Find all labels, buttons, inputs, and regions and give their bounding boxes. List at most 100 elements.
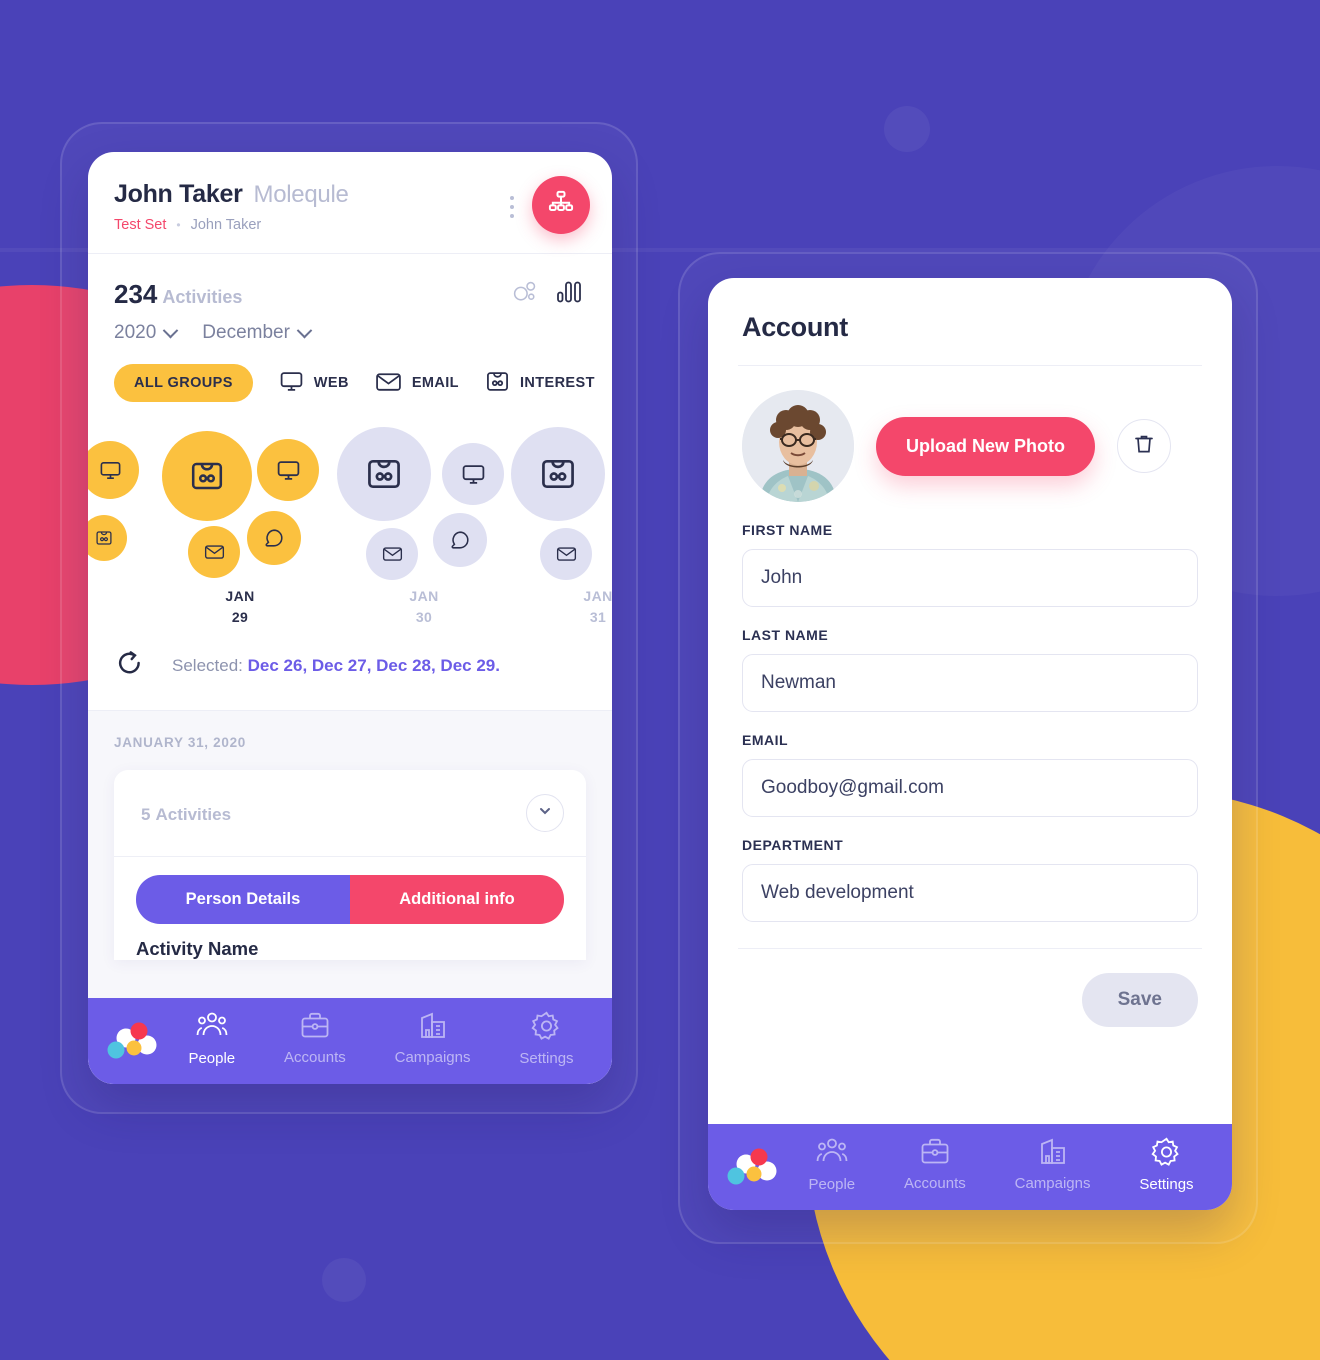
timeline-day-label[interactable]: JAN 31 [558,586,612,628]
kebab-menu-icon[interactable] [510,196,514,218]
person-header: John Taker Molequle Test Set • John Take… [88,152,612,254]
activity-count-label: Activities [162,286,243,307]
email-label: EMAIL [742,732,789,748]
nav-item-people[interactable]: People [182,1011,241,1084]
people-icon [196,1011,228,1046]
month-select[interactable]: December [202,322,313,344]
molequle-logo-icon[interactable] [718,1144,784,1190]
nav-item-people[interactable]: People [808,1137,855,1198]
inbox-icon [95,529,113,547]
last-name-label: LAST NAME [742,627,829,643]
email-input[interactable]: Goodboy@gmail.com [742,759,1198,817]
chevron-down-icon [296,322,313,338]
year-value: 2020 [114,322,157,343]
nav-item-label: Settings [519,1049,574,1067]
list-day-label: JANUARY 31, 2020 [114,735,247,750]
inbox-icon [189,458,225,494]
activity-bubble-envelope[interactable] [188,526,240,578]
last-name-input[interactable]: Newman [742,654,1198,712]
app-background: John Taker Molequle Test Set • John Take… [0,0,1320,1360]
account-screen: Account Upload New Photo FIRST NAME John… [708,278,1232,1210]
activity-card-header: 5 Activities [114,770,586,857]
nav-item-campaigns[interactable]: Campaigns [1014,1137,1091,1197]
filter-all-groups[interactable]: ALL GROUPS [114,364,253,402]
first-name-label: FIRST NAME [742,522,833,538]
envelope-icon [382,544,403,563]
timeline-day-label[interactable]: JAN 30 [384,586,464,628]
filter-interest[interactable]: INTEREST [485,369,595,398]
envelope-icon [375,369,402,398]
activities-stats: 234 Activities [88,254,612,310]
filter-email[interactable]: EMAIL [375,369,459,398]
delete-photo-button[interactable] [1117,419,1171,473]
field-email: EMAIL Goodboy@gmail.com [742,732,1198,817]
activity-bubble-monitor[interactable] [257,439,319,501]
decorative-small-circle-top [884,106,930,152]
bubble-view-icon[interactable] [511,278,538,310]
selected-dates-row: Selected: Dec 26, Dec 27, Dec 28, Dec 29… [88,633,612,711]
activity-bubble-chat[interactable] [247,511,301,565]
activity-bubble-inbox[interactable] [511,427,605,521]
field-first-name: FIRST NAME John [742,522,1198,607]
trash-icon [1132,432,1156,461]
activity-bubble-inbox[interactable] [162,431,252,521]
card-tabs: Person Details Additional info [136,875,564,924]
page-title: Account [742,312,848,342]
expand-card-button[interactable] [526,794,564,832]
gear-icon [531,1011,562,1046]
monitor-icon [99,459,122,482]
bar-chart-icon[interactable] [556,278,586,310]
tab-person-details[interactable]: Person Details [136,875,350,924]
active-indicator [1137,1209,1196,1210]
molequle-logo-icon[interactable] [98,1018,164,1064]
nav-item-campaigns[interactable]: Campaigns [394,1011,471,1071]
save-button[interactable]: Save [1081,973,1198,1027]
nav-item-label: Campaigns [394,1049,471,1066]
period-selectors: 2020 December [88,310,612,344]
upload-photo-button[interactable]: Upload New Photo [876,416,1095,476]
first-name-input[interactable]: John [742,549,1198,607]
org-chart-button[interactable] [532,176,590,234]
nav-item-settings[interactable]: Settings [1137,1137,1196,1210]
nav-item-label: People [808,1175,856,1193]
year-select[interactable]: 2020 [114,322,179,344]
activity-bubble-inbox[interactable] [337,427,431,521]
day-month: JAN [583,588,612,604]
bottom-nav-left: People Accounts Campaigns Settings [88,998,612,1084]
bottom-nav-right: People Accounts Campaigns Settings [708,1124,1232,1210]
card-count-label: Activities [155,805,232,824]
day-month: JAN [225,588,255,604]
timeline-day-label[interactable]: JAN 29 [200,586,280,628]
department-label: DEPARTMENT [742,837,844,853]
inbox-icon [485,369,510,398]
meta-separator: • [176,218,181,232]
nav-items: People Accounts Campaigns Settings [164,1011,598,1084]
activity-bubble-inbox[interactable] [88,515,127,561]
activity-bubble-monitor[interactable] [88,441,139,499]
chevron-down-icon [163,322,179,338]
tab-additional-info[interactable]: Additional info [350,875,564,924]
month-value: December [202,322,290,343]
person-meta: Test Set • John Taker [114,217,586,233]
activity-bubble-monitor[interactable] [442,443,504,505]
nav-item-accounts[interactable]: Accounts [904,1137,966,1197]
activity-name-label: Activity Name [136,938,259,959]
card-count-group: 5 Activities [136,800,231,826]
photo-row: Upload New Photo [742,390,1198,502]
filter-web[interactable]: WEB [279,369,349,398]
nav-item-accounts[interactable]: Accounts [284,1011,346,1071]
building-icon [418,1011,448,1045]
nav-item-settings[interactable]: Settings [519,1011,574,1072]
activity-bubble-envelope[interactable] [366,528,418,580]
briefcase-icon [300,1011,330,1045]
refresh-icon[interactable] [114,647,146,684]
person-owner: John Taker [190,217,262,233]
activity-bubble-chat[interactable] [433,513,487,567]
activity-bubble-envelope[interactable] [540,528,592,580]
chat-icon [449,529,471,551]
inbox-icon [365,455,403,493]
department-input[interactable]: Web development [742,864,1198,922]
nav-item-label: Campaigns [1014,1175,1091,1192]
user-avatar-photo [742,390,854,502]
activity-count-group: 234 Activities [114,279,242,310]
